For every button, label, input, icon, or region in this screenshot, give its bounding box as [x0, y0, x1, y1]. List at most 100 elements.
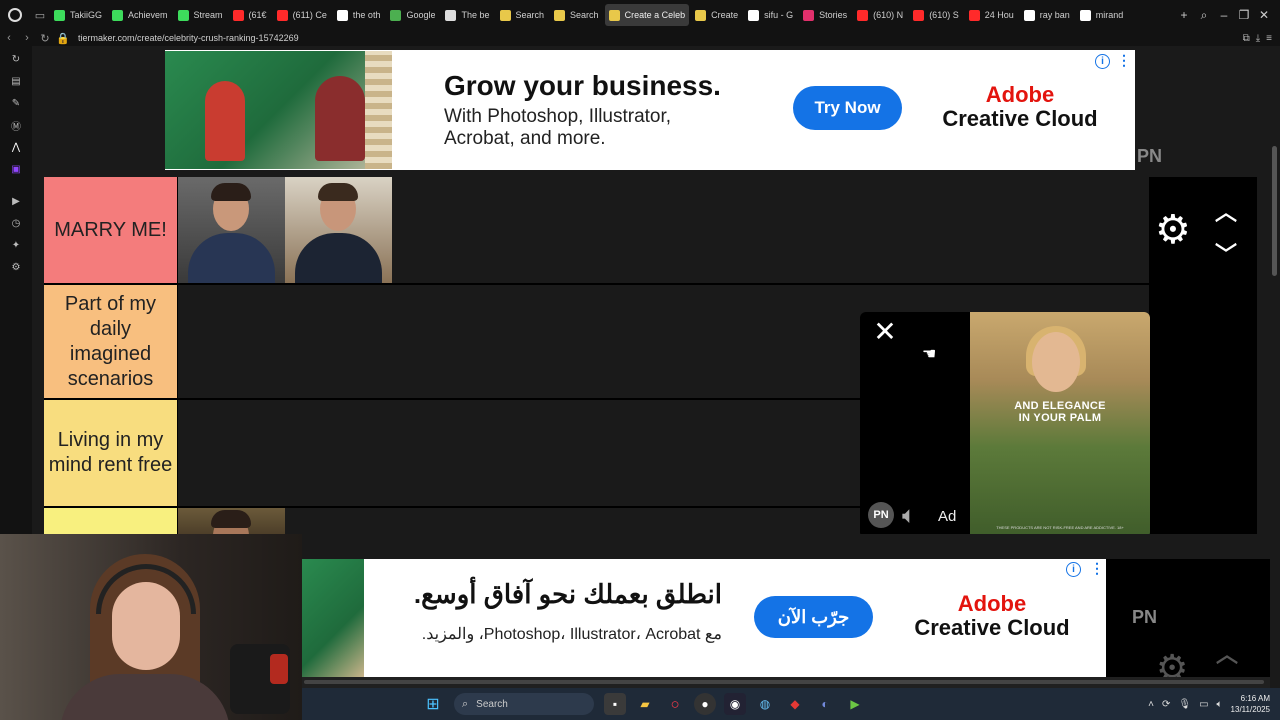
steam-icon[interactable]: ◍	[754, 693, 776, 715]
browser-tab[interactable]: (611) Ce	[273, 4, 331, 26]
close-window-button[interactable]: ✕	[1254, 8, 1274, 22]
tab-favicon-icon	[857, 9, 869, 21]
browser-tab[interactable]: (610) N	[853, 4, 907, 26]
browser-tab[interactable]: Achievem	[108, 4, 172, 26]
close-ad-icon[interactable]: ✕	[870, 316, 900, 347]
browser-tab[interactable]: the oth	[333, 4, 385, 26]
bottom-banner-ad[interactable]: انطلق بعملك نحو آفاق أوسع. مع Photoshop،…	[302, 559, 1106, 677]
start-button-icon[interactable]: ⊞	[422, 693, 444, 715]
browser-tab[interactable]: Google	[386, 4, 439, 26]
browser-tab[interactable]: (610) S	[909, 4, 963, 26]
back-icon[interactable]: ‹	[0, 32, 18, 44]
reload-icon[interactable]: ↻	[36, 32, 54, 45]
tab-title: (610) S	[929, 10, 959, 20]
tab-favicon-icon	[913, 9, 925, 21]
sidebar-reload-icon[interactable]: ↻	[0, 48, 32, 70]
download-icon[interactable]: ⤓	[1256, 33, 1260, 44]
horizontal-scrollbar[interactable]	[302, 677, 1270, 688]
move-down-chevron-icon[interactable]: ﹀	[1215, 237, 1237, 269]
tier-label[interactable]	[44, 508, 178, 534]
discord-icon[interactable]: ◐	[814, 693, 836, 715]
try-now-arabic-button[interactable]: جرّب الآن	[754, 596, 873, 638]
floating-video-ad[interactable]: ✕ AND ELEGANCE IN YOUR PALM THESE PRODUC…	[860, 312, 1150, 534]
tier-settings-gear-icon[interactable]: ⚙	[1155, 207, 1191, 253]
ad-image[interactable]: AND ELEGANCE IN YOUR PALM THESE PRODUCTS…	[970, 312, 1150, 534]
tier-label[interactable]: Part of my daily imagined scenarios	[44, 285, 178, 398]
ad-menu-icon[interactable]: ⋮	[1117, 52, 1131, 69]
volume-icon[interactable]: 🔈︎	[1217, 699, 1223, 710]
file-explorer-icon[interactable]: ▰	[634, 693, 656, 715]
tier-label[interactable]: Living in my mind rent free	[44, 400, 178, 506]
sidebar-history-icon[interactable]: ◷	[0, 212, 32, 234]
search-tabs-icon[interactable]: ⌕	[1194, 8, 1214, 23]
app-red-icon[interactable]: ◆	[784, 693, 806, 715]
tab-favicon-icon	[608, 9, 620, 21]
minimize-button[interactable]: –	[1214, 8, 1234, 22]
microphone-icon[interactable]: 🎙︎	[1178, 699, 1191, 710]
obs-icon[interactable]: ●	[694, 693, 716, 715]
top-banner-ad[interactable]: Grow your business. With Photoshop, Illu…	[165, 50, 1135, 170]
browser-tab[interactable]: Create a Celeb	[604, 4, 690, 26]
tab-title: Create a Celeb	[624, 10, 686, 20]
sidebar-twitch-icon[interactable]: ▣	[0, 158, 32, 180]
move-up-chevron-icon[interactable]: ︿	[1215, 195, 1237, 227]
celebrity-image[interactable]	[178, 177, 285, 283]
ad-arabic-headline: انطلق بعملك نحو آفاق أوسع.	[413, 579, 722, 609]
app-icon[interactable]: ◉	[724, 693, 746, 715]
url-field[interactable]: tiermaker.com/create/celebrity-crush-ran…	[78, 33, 299, 43]
task-view-icon[interactable]: ▪	[604, 693, 626, 715]
try-now-button[interactable]: Try Now	[793, 86, 902, 130]
opera-icon[interactable]: ○	[664, 693, 686, 715]
tier-label[interactable]: MARRY ME!	[44, 177, 178, 283]
ad-info-icon[interactable]: i	[1066, 562, 1081, 577]
celebrity-image[interactable]	[285, 177, 392, 283]
opera-logo-icon[interactable]	[0, 0, 30, 30]
tab-title: the oth	[352, 10, 381, 20]
browser-tab[interactable]: ray ban	[1020, 4, 1074, 26]
terminal-icon[interactable]: ▶	[844, 693, 866, 715]
browser-tab[interactable]: sifu - G	[744, 4, 797, 26]
adobe-brand: Adobe	[957, 591, 1027, 616]
browser-tab[interactable]: TakiiGG	[50, 4, 106, 26]
browser-tab[interactable]: mirand	[1076, 4, 1128, 26]
tab-title: 24 Hou	[984, 10, 1014, 20]
maximize-button[interactable]: ❐	[1234, 8, 1254, 22]
tab-title: (61€	[248, 10, 267, 20]
sidebar-extensions-icon[interactable]: ✦	[0, 234, 32, 256]
tab-title: Search	[570, 10, 599, 20]
clock[interactable]: 6:16 AM 13/11/2025	[1231, 693, 1270, 715]
creative-cloud-brand: Creative Cloud	[942, 106, 1098, 131]
tab-overview-icon[interactable]: ▭	[30, 9, 50, 22]
sidebar-settings-icon[interactable]: ⚙	[0, 256, 32, 278]
ad-info-icon[interactable]: i	[1095, 54, 1110, 69]
ad-menu-icon[interactable]: ⋮	[1090, 560, 1104, 577]
browser-tab[interactable]: 24 Hou	[965, 4, 1018, 26]
display-icon[interactable]: ▭	[1199, 699, 1208, 710]
clock-time: 6:16 AM	[1240, 694, 1270, 703]
browser-tab[interactable]: Stories	[799, 4, 851, 26]
sidebar-m-icon[interactable]: Ⓜ	[0, 114, 32, 136]
extensions-icon[interactable]: ⧉	[1243, 33, 1250, 44]
speaker-muted-icon[interactable]: 🔈︎	[902, 502, 916, 530]
easy-setup-icon[interactable]: ≡	[1266, 33, 1272, 44]
browser-tab[interactable]: Search	[496, 4, 549, 26]
celebrity-image[interactable]	[178, 508, 285, 534]
page-scrollbar[interactable]	[1270, 46, 1280, 680]
sidebar-aria-icon[interactable]: ⋀	[0, 136, 32, 158]
sidebar-bag-icon[interactable]: ▤	[0, 70, 32, 92]
tray-chevron-up-icon[interactable]: ˄	[1148, 699, 1154, 710]
sidebar-player-icon[interactable]: ▶	[0, 190, 32, 212]
browser-tab[interactable]: The be	[441, 4, 493, 26]
forward-icon[interactable]: ›	[18, 32, 36, 44]
window-controls: + ⌕ – ❐ ✕	[1174, 0, 1280, 30]
browser-tab[interactable]: Create	[691, 4, 742, 26]
browser-tab[interactable]: Search	[550, 4, 603, 26]
taskbar-search[interactable]: ⌕ Search	[454, 693, 594, 715]
browser-tab[interactable]: (61€	[229, 4, 271, 26]
new-tab-button[interactable]: +	[1174, 8, 1194, 22]
move-up-chevron-icon[interactable]: ︿	[1215, 522, 1237, 534]
sidebar-edit-icon[interactable]: ✎	[0, 92, 32, 114]
move-up-chevron-icon[interactable]: ︿	[1216, 637, 1238, 669]
browser-tab[interactable]: Stream	[174, 4, 227, 26]
tray-app-icon[interactable]: ⟳	[1162, 699, 1170, 710]
